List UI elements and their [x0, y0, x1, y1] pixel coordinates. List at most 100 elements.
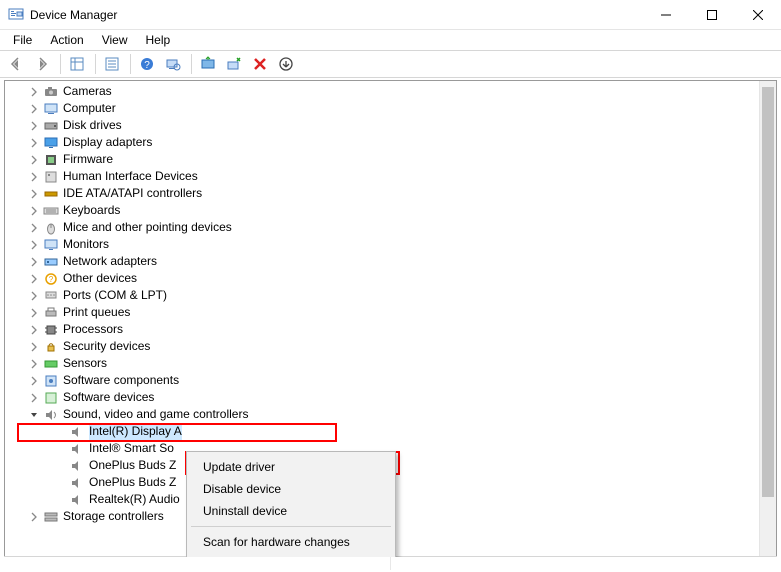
properties-button[interactable] — [100, 53, 124, 75]
tree-label: Display adapters — [63, 134, 152, 151]
add-legacy-hardware-button[interactable] — [274, 53, 298, 75]
tree-label: Monitors — [63, 236, 109, 253]
hid-icon — [43, 169, 59, 185]
tree-category[interactable]: Ports (COM & LPT) — [5, 287, 776, 304]
network-icon — [43, 254, 59, 270]
tree-category[interactable]: ? Other devices — [5, 270, 776, 287]
tree-label: Print queues — [63, 304, 130, 321]
tree-toggle[interactable] — [27, 391, 41, 405]
svg-text:?: ? — [49, 275, 54, 284]
tree-label: Firmware — [63, 151, 113, 168]
tree-toggle[interactable] — [27, 238, 41, 252]
tree-toggle[interactable] — [27, 408, 41, 422]
tree-label: Software components — [63, 372, 179, 389]
tree-category[interactable]: Print queues — [5, 304, 776, 321]
maximize-button[interactable] — [689, 0, 735, 30]
tree-toggle-empty — [53, 442, 67, 456]
tree-label: Computer — [63, 100, 116, 117]
tree-toggle[interactable] — [27, 153, 41, 167]
tree-toggle[interactable] — [27, 306, 41, 320]
mouse-icon — [43, 220, 59, 236]
tree-toggle[interactable] — [27, 272, 41, 286]
tree-category[interactable]: Security devices — [5, 338, 776, 355]
uninstall-device-button[interactable] — [222, 53, 246, 75]
tree-toggle[interactable] — [27, 85, 41, 99]
tree-category[interactable]: Software devices — [5, 389, 776, 406]
scan-hardware-button[interactable] — [161, 53, 185, 75]
tree-toggle[interactable] — [27, 374, 41, 388]
tree-category[interactable]: Display adapters — [5, 134, 776, 151]
context-update-driver[interactable]: Update driver — [189, 456, 393, 478]
tree-category[interactable]: Computer — [5, 100, 776, 117]
tree-category[interactable]: Mice and other pointing devices — [5, 219, 776, 236]
menu-help[interactable]: Help — [137, 31, 180, 49]
tree-category[interactable]: IDE ATA/ATAPI controllers — [5, 185, 776, 202]
minimize-button[interactable] — [643, 0, 689, 30]
titlebar: Device Manager — [0, 0, 781, 30]
update-driver-button[interactable] — [196, 53, 220, 75]
tree-category[interactable]: Monitors — [5, 236, 776, 253]
tree-toggle-empty — [53, 476, 67, 490]
disable-device-button[interactable] — [248, 53, 272, 75]
toolbar-separator — [191, 54, 192, 74]
speaker-icon — [69, 424, 85, 440]
port-icon — [43, 288, 59, 304]
tree-category[interactable]: Network adapters — [5, 253, 776, 270]
tree-category[interactable]: Cameras — [5, 83, 776, 100]
tree-toggle[interactable] — [27, 340, 41, 354]
ide-icon — [43, 186, 59, 202]
tree-toggle[interactable] — [27, 510, 41, 524]
tree-label: Ports (COM & LPT) — [63, 287, 167, 304]
tree-category[interactable]: Software components — [5, 372, 776, 389]
tree-label: Mice and other pointing devices — [63, 219, 232, 236]
scrollbar-thumb[interactable] — [762, 87, 774, 497]
scrollbar[interactable] — [759, 81, 776, 557]
tree-label: Software devices — [63, 389, 154, 406]
tree-toggle-empty — [53, 425, 67, 439]
tree-category[interactable]: Processors — [5, 321, 776, 338]
tree-label: Sensors — [63, 355, 107, 372]
speaker-icon — [69, 492, 85, 508]
tree-category[interactable]: Human Interface Devices — [5, 168, 776, 185]
tree-device[interactable]: Intel(R) Display A — [5, 423, 776, 440]
toolbar-separator — [95, 54, 96, 74]
menu-view[interactable]: View — [93, 31, 137, 49]
tree-category[interactable]: Firmware — [5, 151, 776, 168]
tree-toggle[interactable] — [27, 119, 41, 133]
close-button[interactable] — [735, 0, 781, 30]
tree-toggle[interactable] — [27, 102, 41, 116]
other-icon: ? — [43, 271, 59, 287]
tree-category[interactable]: Sensors — [5, 355, 776, 372]
menu-file[interactable]: File — [4, 31, 41, 49]
tree-category-sound[interactable]: Sound, video and game controllers — [5, 406, 776, 423]
show-hide-tree-button[interactable] — [65, 53, 89, 75]
context-menu: Update driver Disable device Uninstall d… — [186, 451, 396, 558]
tree-pane: CamerasComputerDisk drivesDisplay adapte… — [4, 80, 777, 558]
tree-toggle[interactable] — [27, 204, 41, 218]
tree-category[interactable]: Disk drives — [5, 117, 776, 134]
tree-label: Other devices — [63, 270, 137, 287]
tree-label: Intel® Smart So — [89, 440, 174, 457]
tree-toggle[interactable] — [27, 323, 41, 337]
tree-toggle[interactable] — [27, 136, 41, 150]
back-button[interactable] — [4, 53, 28, 75]
context-uninstall-device[interactable]: Uninstall device — [189, 500, 393, 522]
tree-toggle[interactable] — [27, 357, 41, 371]
tree-toggle[interactable] — [27, 255, 41, 269]
menu-action[interactable]: Action — [41, 31, 92, 49]
tree-label: Cameras — [63, 83, 112, 100]
processor-icon — [43, 322, 59, 338]
forward-button[interactable] — [30, 53, 54, 75]
tree-label: OnePlus Buds Z — [89, 474, 176, 491]
tree-toggle[interactable] — [27, 221, 41, 235]
tree-category[interactable]: Keyboards — [5, 202, 776, 219]
tree-toggle[interactable] — [27, 187, 41, 201]
tree-toggle[interactable] — [27, 289, 41, 303]
toolbar-separator — [60, 54, 61, 74]
context-scan-hardware[interactable]: Scan for hardware changes — [189, 531, 393, 553]
security-icon — [43, 339, 59, 355]
help-button[interactable]: ? — [135, 53, 159, 75]
status-cell — [391, 557, 777, 570]
context-disable-device[interactable]: Disable device — [189, 478, 393, 500]
tree-toggle[interactable] — [27, 170, 41, 184]
